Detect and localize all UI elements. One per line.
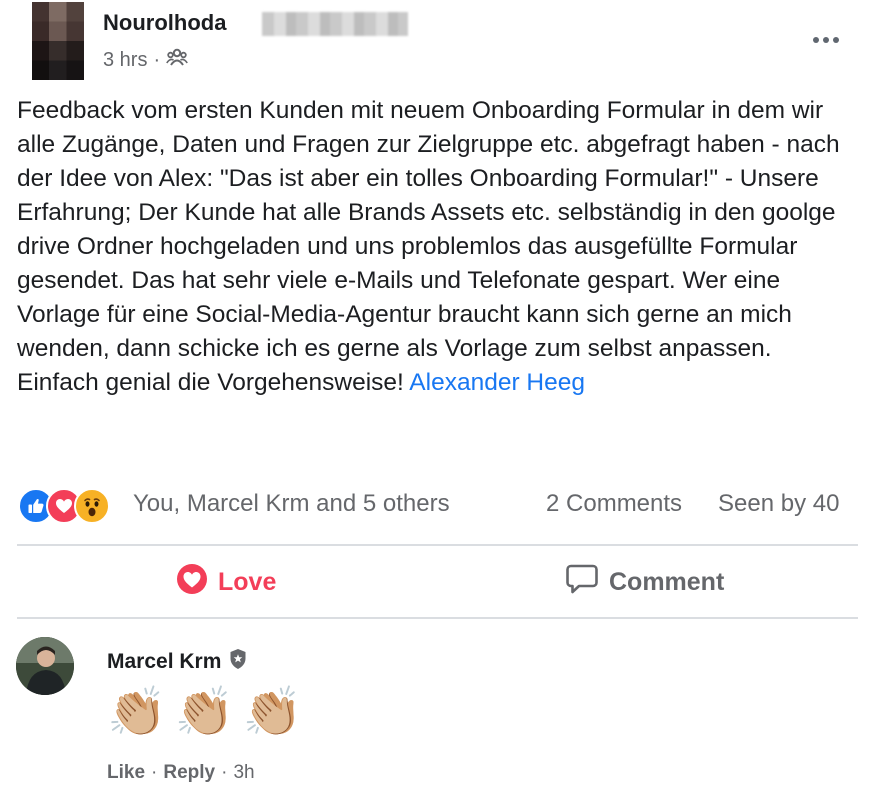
commenter-avatar[interactable] — [16, 637, 74, 695]
love-button[interactable]: Love — [176, 563, 276, 602]
seen-by-count[interactable]: Seen by 40 — [718, 490, 839, 518]
comment-like-link[interactable]: Like — [107, 762, 145, 784]
comment-button[interactable]: Comment — [565, 563, 724, 602]
group-privacy-icon — [166, 47, 189, 73]
commenter-name-row: Marcel Krm — [107, 648, 247, 676]
post-author-name[interactable]: Nourolhoda — [103, 10, 226, 36]
comment-time[interactable]: 3h — [233, 762, 254, 784]
comment-reply-link[interactable]: Reply — [163, 762, 215, 784]
reaction-summary[interactable]: You, Marcel Krm and 5 others — [133, 490, 450, 518]
post-meta: 3 hrs · — [103, 47, 189, 73]
post-text: Feedback vom ersten Kunden mit neuem Onb… — [17, 97, 840, 396]
love-button-label: Love — [218, 568, 277, 596]
comment-count[interactable]: 2 Comments — [546, 490, 682, 518]
clapping-hands-icon: 👏🏼 — [242, 686, 303, 739]
comment-bubble-icon — [565, 563, 599, 602]
mention-link[interactable]: Alexander Heeg — [409, 369, 585, 396]
love-reaction-icon — [176, 563, 208, 602]
author-avatar[interactable] — [32, 2, 84, 80]
post-body: Feedback vom ersten Kunden mit neuem Onb… — [17, 94, 857, 400]
reaction-icons[interactable] — [18, 488, 110, 524]
clapping-hands-icon: 👏🏼 — [107, 686, 167, 739]
more-options-icon[interactable] — [808, 28, 844, 52]
meta-separator: · — [153, 48, 161, 71]
wow-reaction-icon — [74, 488, 110, 524]
commenter-name[interactable]: Marcel Krm — [107, 650, 221, 674]
redacted-surname — [262, 12, 408, 36]
post-time[interactable]: 3 hrs — [103, 49, 147, 72]
clapping-hands-icon: 👏🏼 — [174, 686, 235, 739]
comment-actions: Like · Reply · 3h — [107, 762, 255, 784]
comment-button-label: Comment — [609, 568, 725, 596]
separator: · — [151, 762, 158, 783]
separator: · — [221, 762, 228, 783]
shield-badge-icon[interactable] — [229, 648, 247, 676]
divider-bottom — [17, 617, 858, 619]
comment-emoji-row: 👏🏼 👏🏼 👏🏼 — [107, 683, 302, 743]
divider-top — [17, 544, 858, 546]
